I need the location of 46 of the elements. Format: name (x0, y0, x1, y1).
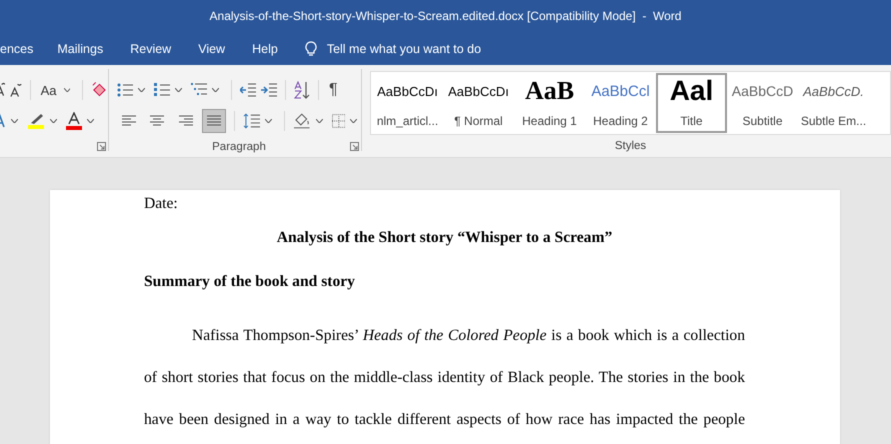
show-formatting-marks-button[interactable]: ¶ (327, 81, 340, 100)
style-tile[interactable]: Aal Title (656, 73, 727, 133)
increase-indent-icon[interactable] (261, 83, 277, 98)
document-title: Analysis of the Short story “Whisper to a Scream” (276, 228, 614, 248)
shading-bucket-icon[interactable] (293, 112, 311, 130)
align-center-icon (150, 114, 164, 127)
ribbon-tab[interactable]: Mailings (57, 38, 104, 60)
line-spacing-icon[interactable] (242, 112, 260, 129)
decrease-indent-icon[interactable] (240, 83, 256, 98)
tell-me-search[interactable]: Tell me what you want to do (304, 40, 519, 56)
font-color-icon[interactable] (66, 112, 82, 130)
bullet-list-icon[interactable] (117, 83, 133, 98)
align-left-icon (122, 114, 136, 127)
align-right-icon (178, 114, 193, 127)
caret-icon[interactable] (265, 118, 272, 123)
caret-icon[interactable] (350, 118, 357, 123)
alignment-button[interactable] (202, 108, 226, 133)
date-line: Date: (144, 194, 179, 214)
align-justify-icon (207, 114, 222, 127)
ribbon-tab[interactable]: ences (0, 38, 34, 60)
group-label: Styles (614, 140, 646, 152)
change-case-button[interactable]: Aa (38, 82, 59, 98)
shrink-font-icon[interactable] (10, 82, 22, 98)
group-label: Paragraph (212, 140, 266, 153)
caret-icon[interactable] (212, 88, 219, 92)
caret-icon[interactable] (50, 118, 57, 123)
numbered-list-icon[interactable] (154, 83, 170, 98)
multilevel-list-icon[interactable] (191, 83, 207, 98)
caret-icon[interactable] (11, 118, 18, 123)
dialog-launcher-icon[interactable] (97, 142, 106, 152)
ribbon-tab[interactable]: Help (252, 38, 278, 60)
caret-icon[interactable] (175, 88, 182, 92)
caret-icon[interactable] (316, 118, 322, 123)
section-heading: Summary of the book and story (144, 272, 356, 292)
borders-icon[interactable] (332, 114, 346, 128)
window-title: Analysis-of-the-Short-story-Whisper-to-Scream.edited.docx [Compatibility Mode] - Word (210, 9, 682, 23)
caret-icon[interactable] (87, 118, 94, 123)
ribbon-tab[interactable]: Review (130, 38, 172, 60)
dialog-launcher-icon[interactable] (350, 142, 359, 152)
ribbon-tab[interactable]: View (198, 38, 226, 60)
sort-icon[interactable] (294, 81, 310, 100)
body-paragraph: Nafissa Thompson-Spires’ Heads of the Colored People is a book which is a collection of short stories that focus on the middle-class identity of Black people. The stories in the book have been designed in a way to tackle different aspects of how race has impacted the people (144, 326, 745, 430)
highlighter-icon[interactable] (27, 112, 45, 130)
lightbulb-icon (304, 40, 317, 56)
caret-icon[interactable] (64, 88, 70, 92)
caret-icon[interactable] (138, 88, 145, 92)
